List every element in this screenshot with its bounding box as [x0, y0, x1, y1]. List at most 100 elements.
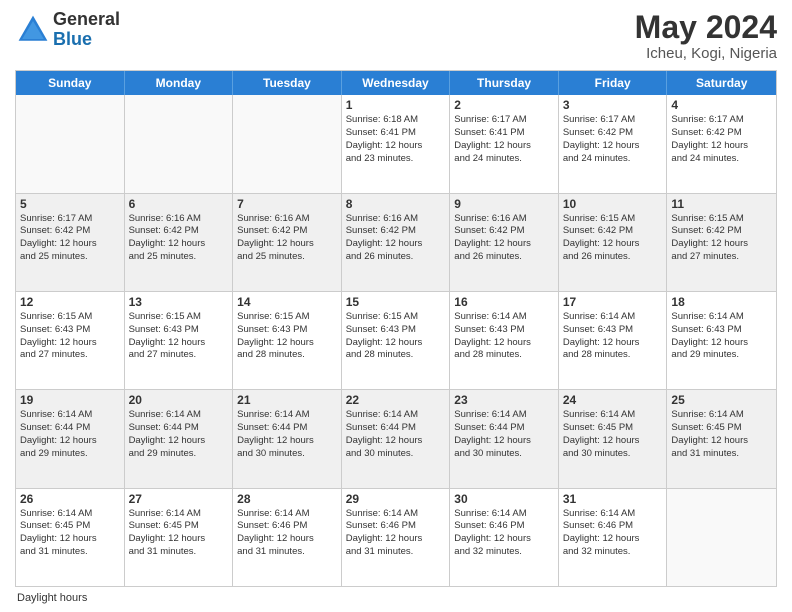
cell-line: Daylight: 12 hours: [237, 238, 337, 251]
calendar-cell: 4Sunrise: 6:17 AMSunset: 6:42 PMDaylight…: [667, 95, 776, 192]
cell-line: Sunrise: 6:17 AM: [563, 114, 663, 127]
cell-line: Sunrise: 6:14 AM: [346, 409, 446, 422]
cell-line: Daylight: 12 hours: [346, 533, 446, 546]
cell-line: Daylight: 12 hours: [454, 435, 554, 448]
cell-line: Sunrise: 6:15 AM: [671, 213, 772, 226]
calendar-week-1: 1 Sunrise: 6:18 AMSunset: 6:41 PM Daylight…: [16, 95, 776, 193]
calendar: SundayMondayTuesdayWednesdayThursdayFrid…: [15, 70, 777, 587]
calendar-week-2: 5Sunrise: 6:17 AMSunset: 6:42 PMDaylight…: [16, 194, 776, 292]
cell-line: Daylight: 12 hours: [20, 533, 120, 546]
calendar-header: SundayMondayTuesdayWednesdayThursdayFrid…: [16, 71, 776, 95]
calendar-cell: 23Sunrise: 6:14 AMSunset: 6:44 PMDayligh…: [450, 390, 559, 487]
calendar-cell: [667, 489, 776, 586]
cell-line: and 31 minutes.: [671, 448, 772, 461]
day-number: 7: [237, 197, 337, 211]
header: General Blue May 2024 Icheu, Kogi, Niger…: [15, 10, 777, 62]
calendar-week-3: 12 Sunrise: 6:15 AM Sunset: 6:43 PM Dayligh…: [16, 292, 776, 390]
cell-line: Sunrise: 6:17 AM: [454, 114, 554, 127]
day-number: 26: [20, 492, 120, 506]
cell-line: Sunset: 6:42 PM: [346, 225, 446, 238]
logo-blue-text: Blue: [53, 30, 120, 50]
day-number: 4: [671, 98, 772, 112]
calendar-cell: 29Sunrise: 6:14 AMSunset: 6:46 PMDayligh…: [342, 489, 451, 586]
logo-general-text: General: [53, 10, 120, 30]
day-number: 18: [671, 295, 772, 309]
cell-line: Daylight: 12 hours: [671, 238, 772, 251]
cell-line: Sunrise: 6:14 AM: [454, 409, 554, 422]
day-number: 28: [237, 492, 337, 506]
cell-line: and 30 minutes.: [454, 448, 554, 461]
calendar-cell: 24Sunrise: 6:14 AMSunset: 6:45 PMDayligh…: [559, 390, 668, 487]
calendar-cell: 25Sunrise: 6:14 AMSunset: 6:45 PMDayligh…: [667, 390, 776, 487]
cell-line: and 29 minutes.: [671, 349, 772, 362]
day-number: 6: [129, 197, 229, 211]
cell-line: Daylight: 12 hours: [454, 337, 554, 350]
cell-line: and 30 minutes.: [346, 448, 446, 461]
cell-line: and 29 minutes.: [20, 448, 120, 461]
cell-line: and 25 minutes.: [20, 251, 120, 264]
calendar-cell: 8Sunrise: 6:16 AMSunset: 6:42 PMDaylight…: [342, 194, 451, 291]
cell-line: Sunset: 6:42 PM: [671, 225, 772, 238]
cell-line: Daylight: 12 hours: [454, 140, 554, 153]
cell-line: and 31 minutes.: [237, 546, 337, 559]
cell-line: Daylight: 12 hours: [20, 435, 120, 448]
logo-icon: [15, 12, 51, 48]
cell-line: Daylight: 12 hours: [20, 238, 120, 251]
day-number: 10: [563, 197, 663, 211]
calendar-cell: [233, 95, 342, 192]
cell-line: Daylight: 12 hours: [563, 533, 663, 546]
cell-line: Sunset: 6:42 PM: [563, 127, 663, 140]
cell-line: Sunrise: 6:15 AM: [20, 311, 120, 324]
day-number: 15: [346, 295, 446, 309]
cell-line: and 30 minutes.: [237, 448, 337, 461]
cell-line: Sunset: 6:46 PM: [563, 520, 663, 533]
cell-line: Sunrise: 6:15 AM: [237, 311, 337, 324]
title-block: May 2024 Icheu, Kogi, Nigeria: [635, 10, 777, 62]
cell-line: Sunset: 6:43 PM: [129, 324, 229, 337]
header-day-wednesday: Wednesday: [342, 71, 451, 95]
cell-line: and 27 minutes.: [671, 251, 772, 264]
calendar-cell: 14Sunrise: 6:15 AMSunset: 6:43 PMDayligh…: [233, 292, 342, 389]
calendar-cell: 17Sunrise: 6:14 AMSunset: 6:43 PMDayligh…: [559, 292, 668, 389]
cell-line: Sunrise: 6:14 AM: [20, 508, 120, 521]
cell-line: and 27 minutes.: [129, 349, 229, 362]
day-number: 17: [563, 295, 663, 309]
calendar-cell: 28Sunrise: 6:14 AMSunset: 6:46 PMDayligh…: [233, 489, 342, 586]
cell-line: Daylight: 12 hours: [346, 435, 446, 448]
cell-line: and 31 minutes.: [20, 546, 120, 559]
cell-line: Sunset: 6:44 PM: [346, 422, 446, 435]
cell-line: Sunset: 6:41 PM: [346, 127, 446, 140]
day-number: 19: [20, 393, 120, 407]
header-day-sunday: Sunday: [16, 71, 125, 95]
day-number: 27: [129, 492, 229, 506]
day-number: 3: [563, 98, 663, 112]
day-number: 29: [346, 492, 446, 506]
calendar-cell: 1Sunrise: 6:18 AMSunset: 6:41 PMDaylight…: [342, 95, 451, 192]
cell-line: Daylight: 12 hours: [563, 238, 663, 251]
cell-line: Sunset: 6:44 PM: [454, 422, 554, 435]
day-number: 22: [346, 393, 446, 407]
cell-line: Daylight: 12 hours: [346, 238, 446, 251]
cell-line: and 28 minutes.: [454, 349, 554, 362]
day-number: 1: [346, 98, 446, 112]
cell-line: Sunset: 6:44 PM: [20, 422, 120, 435]
cell-line: Sunrise: 6:14 AM: [129, 409, 229, 422]
calendar-cell: 30Sunrise: 6:14 AMSunset: 6:46 PMDayligh…: [450, 489, 559, 586]
cell-line: and 26 minutes.: [454, 251, 554, 264]
cell-line: and 24 minutes.: [454, 153, 554, 166]
cell-line: Sunrise: 6:18 AM: [346, 114, 446, 127]
cell-line: Sunrise: 6:17 AM: [20, 213, 120, 226]
cell-line: Sunset: 6:42 PM: [20, 225, 120, 238]
cell-line: Daylight: 12 hours: [237, 337, 337, 350]
cell-line: and 26 minutes.: [563, 251, 663, 264]
calendar-cell: 9Sunrise: 6:16 AMSunset: 6:42 PMDaylight…: [450, 194, 559, 291]
calendar-cell: 31Sunrise: 6:14 AMSunset: 6:46 PMDayligh…: [559, 489, 668, 586]
day-number: 12: [20, 295, 120, 309]
cell-line: Daylight: 12 hours: [671, 337, 772, 350]
day-number: 16: [454, 295, 554, 309]
cell-line: Sunset: 6:44 PM: [237, 422, 337, 435]
day-number: 13: [129, 295, 229, 309]
footer-note: Daylight hours: [15, 592, 777, 604]
cell-line: Sunrise: 6:16 AM: [454, 213, 554, 226]
day-number: 2: [454, 98, 554, 112]
